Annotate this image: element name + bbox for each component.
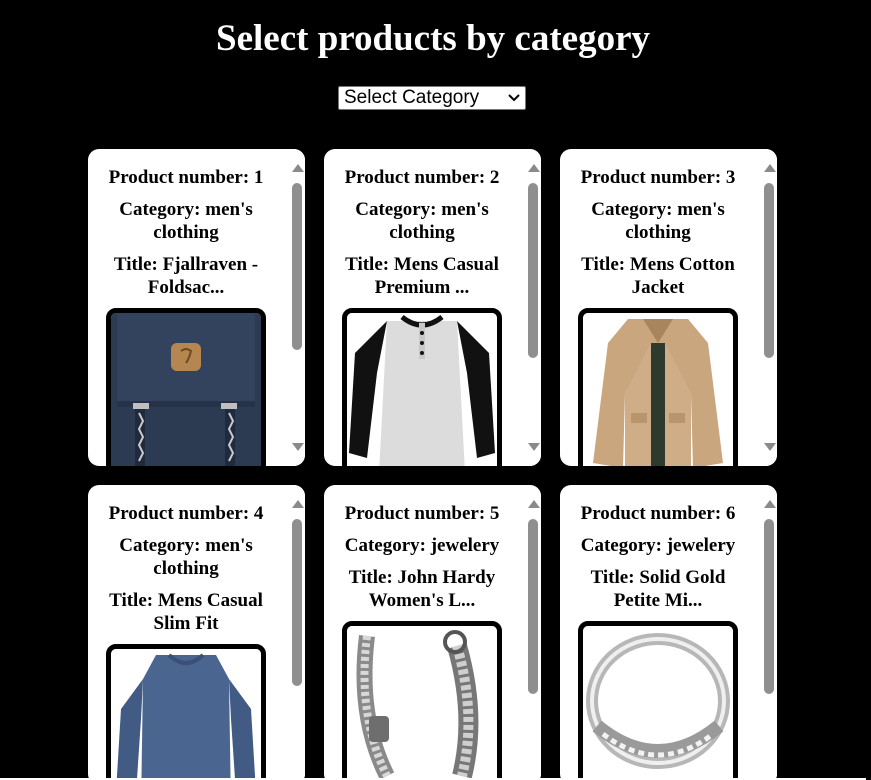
category-select-value: Select Category (344, 87, 480, 108)
scroll-up-arrow-icon[interactable] (528, 164, 540, 172)
scroll-down-arrow-icon[interactable] (292, 443, 304, 451)
product-title: Title: John Hardy Women's L... (348, 567, 496, 611)
product-category: Category: jewelery (580, 535, 736, 556)
product-category: Category: men's clothing (119, 535, 253, 579)
product-number: Product number: 1 (108, 167, 264, 188)
scrollbar-thumb[interactable] (764, 183, 774, 358)
product-number: Product number: 4 (108, 503, 264, 524)
card-scrollbar[interactable] (288, 485, 305, 780)
card-scrollbar[interactable] (288, 149, 305, 466)
product-card[interactable]: Product number: 1 Category: men's clothi… (88, 149, 305, 466)
chevron-down-icon (508, 94, 520, 102)
scroll-up-arrow-icon[interactable] (764, 164, 776, 172)
card-scrollbar[interactable] (760, 485, 777, 780)
scrollbar-thumb[interactable] (528, 519, 538, 694)
scroll-down-arrow-icon[interactable] (528, 443, 540, 451)
silver-chain-bracelet-image (347, 626, 497, 780)
category-select[interactable]: Select Category (338, 86, 526, 110)
scroll-down-arrow-icon[interactable] (764, 443, 776, 451)
product-card-content: Product number: 3 Category: men's clothi… (560, 149, 756, 466)
product-title: Title: Mens Cotton Jacket (581, 254, 735, 298)
product-card-content: Product number: 4 Category: men's clothi… (88, 485, 284, 780)
product-image-frame (106, 644, 266, 780)
card-scrollbar[interactable] (524, 485, 541, 780)
product-number: Product number: 3 (580, 167, 736, 188)
product-title: Title: Solid Gold Petite Mi... (590, 567, 726, 611)
scroll-up-arrow-icon[interactable] (764, 500, 776, 508)
product-image-frame (342, 621, 502, 780)
product-title: Title: Mens Casual Slim Fit (109, 590, 263, 634)
product-card-content: Product number: 2 Category: men's clothi… (324, 149, 520, 466)
product-card[interactable]: Product number: 5 Category: jewelery Tit… (324, 485, 541, 780)
scrollbar-thumb[interactable] (292, 183, 302, 350)
navy-backpack-image (111, 313, 261, 466)
product-card-content: Product number: 6 Category: jewelery Tit… (560, 485, 756, 780)
product-card-content: Product number: 5 Category: jewelery Tit… (324, 485, 520, 780)
scrollbar-thumb[interactable] (764, 519, 774, 694)
card-scrollbar[interactable] (760, 149, 777, 466)
product-card[interactable]: Product number: 6 Category: jewelery Tit… (560, 485, 777, 780)
product-card[interactable]: Product number: 4 Category: men's clothi… (88, 485, 305, 780)
scroll-up-arrow-icon[interactable] (292, 164, 304, 172)
product-number: Product number: 6 (580, 503, 736, 524)
product-image-frame (342, 308, 502, 466)
scroll-up-arrow-icon[interactable] (292, 500, 304, 508)
scrollbar-thumb[interactable] (528, 183, 538, 358)
product-category: Category: men's clothing (355, 199, 489, 243)
product-card[interactable]: Product number: 2 Category: men's clothi… (324, 149, 541, 466)
product-category: Category: jewelery (344, 535, 500, 556)
khaki-jacket-image (583, 313, 733, 466)
product-card-content: Product number: 1 Category: men's clothi… (88, 149, 284, 466)
scrollbar-thumb[interactable] (292, 519, 302, 686)
page-title: Select products by category (216, 18, 650, 59)
card-scrollbar[interactable] (524, 149, 541, 466)
product-card[interactable]: Product number: 3 Category: men's clothi… (560, 149, 777, 466)
product-image-frame (106, 308, 266, 466)
raglan-tshirt-image (347, 313, 497, 466)
product-category: Category: men's clothing (591, 199, 725, 243)
blue-longsleeve-image (111, 649, 261, 780)
product-image-frame (578, 621, 738, 780)
product-number: Product number: 2 (344, 167, 500, 188)
product-title: Title: Fjallraven - Foldsac... (113, 254, 259, 298)
product-title: Title: Mens Casual Premium ... (345, 254, 499, 298)
page: Select products by category Select Categ… (0, 0, 871, 780)
silver-ring-image (583, 626, 733, 780)
product-number: Product number: 5 (344, 503, 500, 524)
product-category: Category: men's clothing (119, 199, 253, 243)
category-select-box[interactable]: Select Category (338, 86, 526, 110)
product-image-frame (578, 308, 738, 466)
scroll-up-arrow-icon[interactable] (528, 500, 540, 508)
